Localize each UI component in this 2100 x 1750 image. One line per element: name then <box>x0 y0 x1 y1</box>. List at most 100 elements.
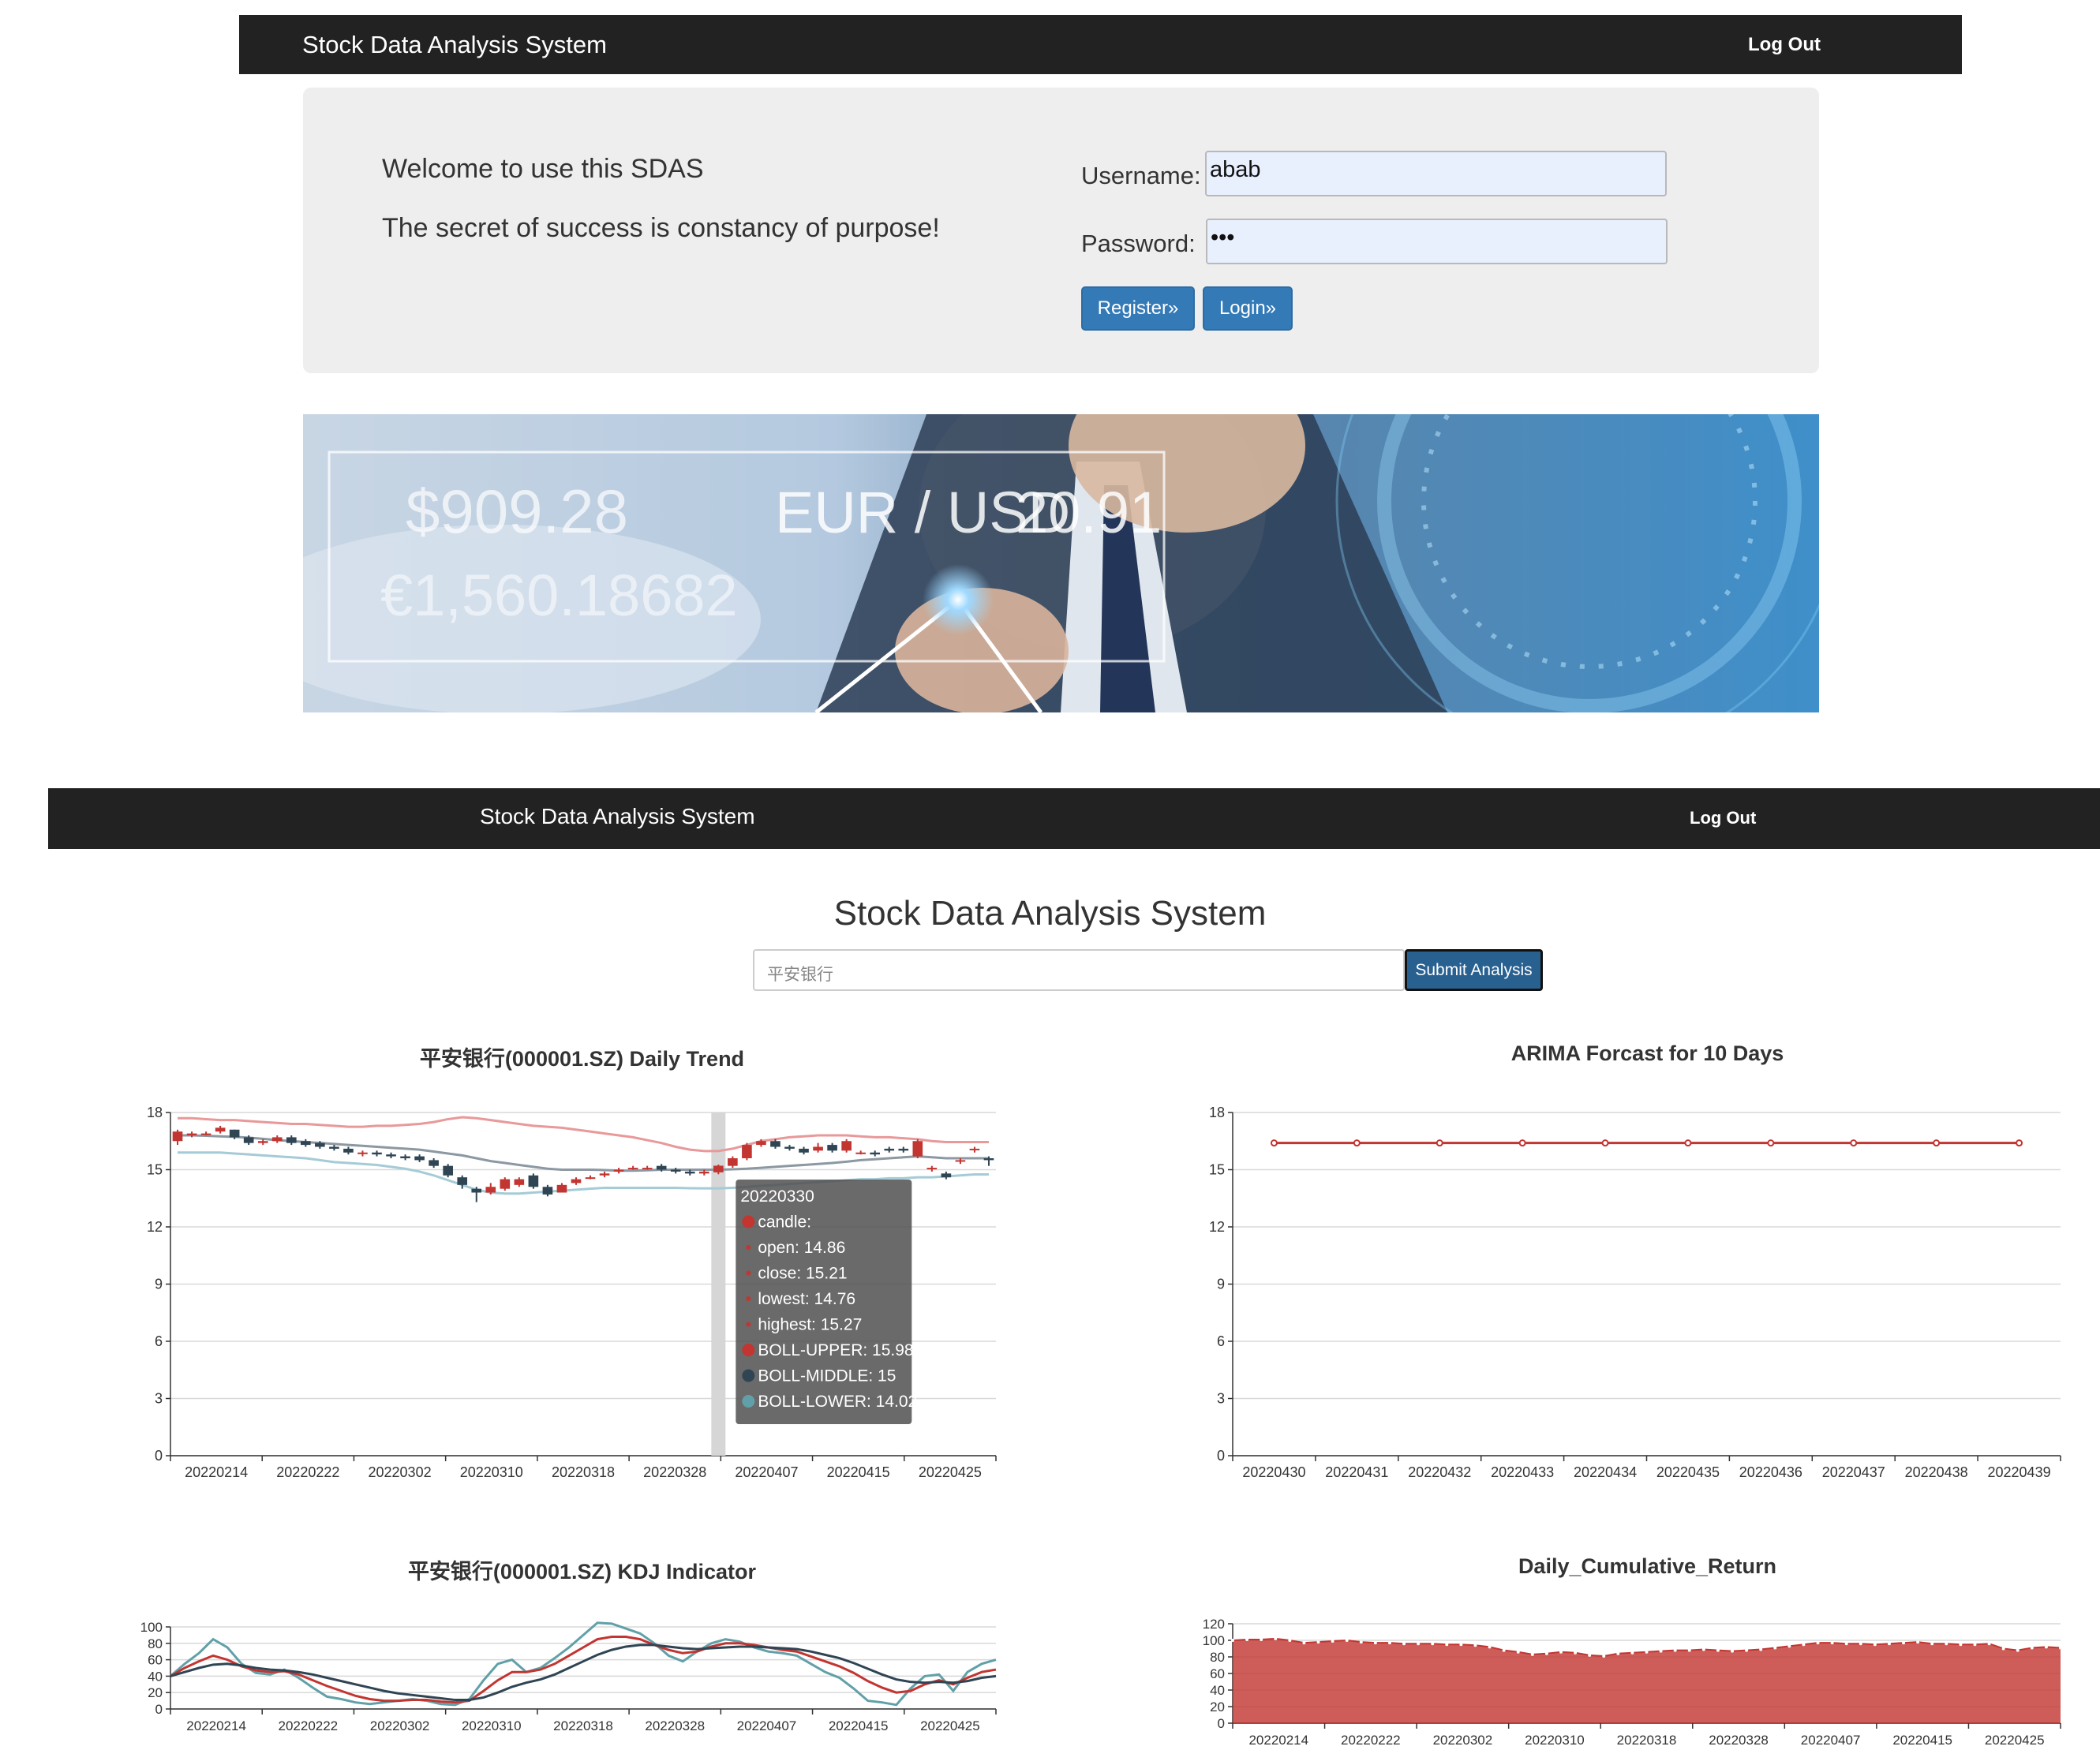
x-tick-label: 20220432 <box>1408 1464 1471 1480</box>
return-point <box>2059 1646 2062 1650</box>
navbar-brand-2[interactable]: Stock Data Analysis System <box>480 804 755 829</box>
candle-body <box>841 1141 852 1151</box>
candle-body <box>713 1165 724 1172</box>
return-point <box>1459 1643 1463 1647</box>
candle-body <box>172 1131 183 1142</box>
candle-body <box>357 1152 368 1154</box>
candle-body <box>827 1145 837 1151</box>
candle-body <box>186 1133 197 1135</box>
return-point <box>1316 1640 1320 1644</box>
return-point <box>1302 1641 1306 1645</box>
return-point <box>1345 1639 1349 1642</box>
login-button[interactable]: Login» <box>1203 286 1293 331</box>
candle-body <box>243 1137 254 1143</box>
return-point <box>1716 1648 1720 1652</box>
daily-trend-chart[interactable]: 0 3 6 9 12 15 18 20220214 20220222 20220302 202203… <box>0 1089 1050 1499</box>
candle-body <box>200 1133 211 1135</box>
register-button[interactable]: Register» <box>1081 286 1195 331</box>
x-tick-label: 20220214 <box>186 1718 246 1733</box>
y-tick-label: 0 <box>155 1702 163 1717</box>
y-tick-label: 120 <box>1203 1617 1225 1632</box>
kdj-chart[interactable]: 0 204060 80100 20220214 20220222 20220302 2022… <box>0 1614 1050 1750</box>
candle-body <box>343 1148 354 1153</box>
y-tick-label: 40 <box>148 1669 163 1684</box>
forecast-point <box>1850 1139 1858 1147</box>
welcome-text: Welcome to use this SDAS <box>382 154 704 184</box>
submit-analysis-button[interactable]: Submit Analysis <box>1405 949 1543 991</box>
return-point <box>1359 1640 1363 1644</box>
return-point <box>1588 1653 1592 1657</box>
return-point <box>1245 1637 1249 1641</box>
cumulative-return-title: Daily_Cumulative_Return <box>1518 1554 1777 1578</box>
y-tick-label: 20 <box>148 1685 163 1700</box>
x-tick-label: 20220222 <box>276 1464 339 1480</box>
arima-forecast-chart[interactable]: 0 3 6 9 12 15 18 20220430 20220431 20220432 202204… <box>1050 1089 2100 1499</box>
candle-body <box>229 1129 240 1138</box>
return-point <box>1288 1639 1292 1642</box>
x-tick-label: 20220222 <box>279 1718 339 1733</box>
return-point <box>1973 1643 1977 1647</box>
y-tick-label: 80 <box>1210 1650 1225 1665</box>
kdj-title: 平安银行(000001.SZ) KDJ Indicator <box>407 1560 757 1584</box>
tooltip-dot <box>746 1245 751 1250</box>
logout-link[interactable]: Log Out <box>1748 34 1821 56</box>
login-jumbotron: Welcome to use this SDAS The secret of s… <box>303 88 1819 373</box>
x-tick-label: 20220425 <box>919 1464 982 1480</box>
x-tick-label: 20220436 <box>1739 1464 1802 1480</box>
arima-title: ARIMA Forcast for 10 Days <box>1510 1041 1784 1065</box>
return-point <box>1745 1648 1749 1652</box>
tooltip-line: candle: <box>758 1213 811 1232</box>
banner-text-1: $909.28 <box>406 477 628 546</box>
return-point <box>1373 1641 1377 1645</box>
candle-body <box>542 1187 553 1195</box>
candle-body <box>955 1160 966 1162</box>
candle-body <box>429 1160 439 1166</box>
x-tick-label: 20220302 <box>369 1464 432 1480</box>
y-tick-label: 18 <box>147 1105 163 1120</box>
candle-body <box>372 1152 382 1155</box>
tooltip-dot <box>746 1322 751 1327</box>
return-point <box>1544 1651 1548 1655</box>
forecast-point <box>1518 1139 1526 1147</box>
return-point <box>1916 1640 1920 1644</box>
password-field[interactable]: ••• <box>1206 219 1668 264</box>
cumulative-return-chart[interactable]: 0 20 40 6080 100120 20220214 20220222 20220302 2… <box>1050 1614 2100 1750</box>
candle-body <box>898 1148 909 1151</box>
return-point <box>1417 1642 1421 1646</box>
return-point <box>1844 1642 1848 1646</box>
candle-body <box>585 1177 596 1180</box>
return-point <box>2044 1645 2048 1649</box>
return-point <box>2016 1648 2020 1652</box>
finance-banner-image: $909.28 EUR / USD 20.91 €1,560.18682 <box>303 414 1819 712</box>
hover-band <box>711 1112 726 1456</box>
return-point <box>1687 1648 1691 1652</box>
candle-body <box>941 1173 952 1178</box>
x-tick-label: 20220328 <box>1709 1733 1769 1748</box>
x-tick-label: 20220302 <box>1433 1733 1493 1748</box>
candle-body <box>870 1152 881 1155</box>
x-tick-label: 20220310 <box>462 1718 522 1733</box>
x-tick-label: 20220328 <box>645 1718 705 1733</box>
y-tick-label: 9 <box>155 1277 163 1292</box>
return-point <box>1787 1644 1791 1648</box>
tooltip-line: open: 14.86 <box>758 1239 845 1257</box>
forecast-point <box>1353 1139 1361 1147</box>
candle-body <box>599 1173 610 1176</box>
return-point <box>1231 1639 1234 1642</box>
y-tick-label: 3 <box>155 1391 163 1407</box>
username-field[interactable]: abab <box>1205 151 1667 196</box>
return-point <box>1959 1643 1963 1647</box>
x-tick-label: 20220318 <box>553 1718 613 1733</box>
x-tick-label: 20220433 <box>1491 1464 1554 1480</box>
y-tick-label: 6 <box>1217 1333 1225 1349</box>
x-tick-label: 20220415 <box>827 1464 890 1480</box>
password-label: Password: <box>1081 230 1196 257</box>
x-tick-label: 20220439 <box>1988 1464 2051 1480</box>
navbar-brand[interactable]: Stock Data Analysis System <box>302 31 607 59</box>
stock-search-input[interactable]: 平安银行 <box>753 949 1405 991</box>
candle-body <box>485 1187 496 1193</box>
candle-body <box>770 1141 780 1147</box>
candle-body <box>514 1179 525 1185</box>
logout-link-2[interactable]: Log Out <box>1690 808 1756 828</box>
return-point <box>1516 1650 1520 1654</box>
